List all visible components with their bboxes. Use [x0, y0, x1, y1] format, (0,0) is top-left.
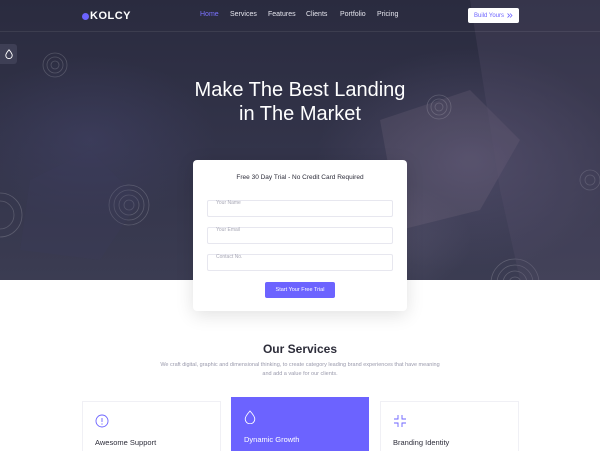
- navbar: KOLCY Home Services Features Clients Por…: [0, 0, 600, 32]
- build-yours-button[interactable]: Build Yours: [468, 8, 519, 23]
- expand-corners-icon: [394, 415, 406, 427]
- nav-item-features[interactable]: Features: [268, 11, 296, 18]
- double-chevron-right-icon: [507, 13, 513, 18]
- service-card-growth[interactable]: Dynamic Growth: [231, 397, 369, 451]
- hero-title-line2: in The Market: [239, 103, 361, 125]
- nav-item-home[interactable]: Home: [200, 11, 219, 18]
- service-card-branding[interactable]: Branding Identity: [380, 401, 519, 451]
- logo-mark-icon: [82, 12, 89, 20]
- contact-field-placeholder: Contact No.: [216, 254, 243, 260]
- services-description: We craft digital, graphic and dimensiona…: [160, 362, 440, 377]
- build-yours-label: Build Yours: [473, 12, 505, 19]
- nav-item-services[interactable]: Services: [230, 11, 257, 18]
- email-field[interactable]: Your Email: [207, 227, 393, 244]
- hero-title-line1: Make The Best Landing: [194, 79, 406, 101]
- trial-card-title: Free 30 Day Trial - No Credit Card Requi…: [236, 174, 364, 181]
- email-field-placeholder: Your Email: [216, 227, 240, 233]
- info-circle-icon: [95, 414, 109, 428]
- nav-item-pricing[interactable]: Pricing: [377, 11, 398, 18]
- name-field[interactable]: Your Name: [207, 200, 393, 217]
- water-drop-icon: [4, 49, 13, 59]
- service-card-support[interactable]: Awesome Support: [82, 401, 221, 451]
- service-card-branding-name: Branding Identity: [393, 438, 450, 447]
- nav-item-portfolio[interactable]: Portfolio: [340, 11, 366, 18]
- brand-logo[interactable]: KOLCY: [82, 10, 131, 22]
- side-settings-tab[interactable]: [0, 44, 17, 64]
- water-drop-icon: [244, 410, 256, 424]
- logo-text: KOLCY: [90, 10, 131, 22]
- start-free-trial-button[interactable]: Start Your Free Trial: [265, 282, 335, 298]
- service-card-growth-name: Dynamic Growth: [244, 435, 300, 444]
- nav-item-clients[interactable]: Clients: [306, 11, 327, 18]
- hero-title: Make The Best Landing in The Market: [150, 78, 450, 126]
- contact-field[interactable]: Contact No.: [207, 254, 393, 271]
- services-title: Our Services: [262, 342, 338, 356]
- name-field-placeholder: Your Name: [216, 200, 241, 206]
- service-card-support-name: Awesome Support: [95, 438, 157, 447]
- trial-signup-card: Free 30 Day Trial - No Credit Card Requi…: [193, 160, 407, 311]
